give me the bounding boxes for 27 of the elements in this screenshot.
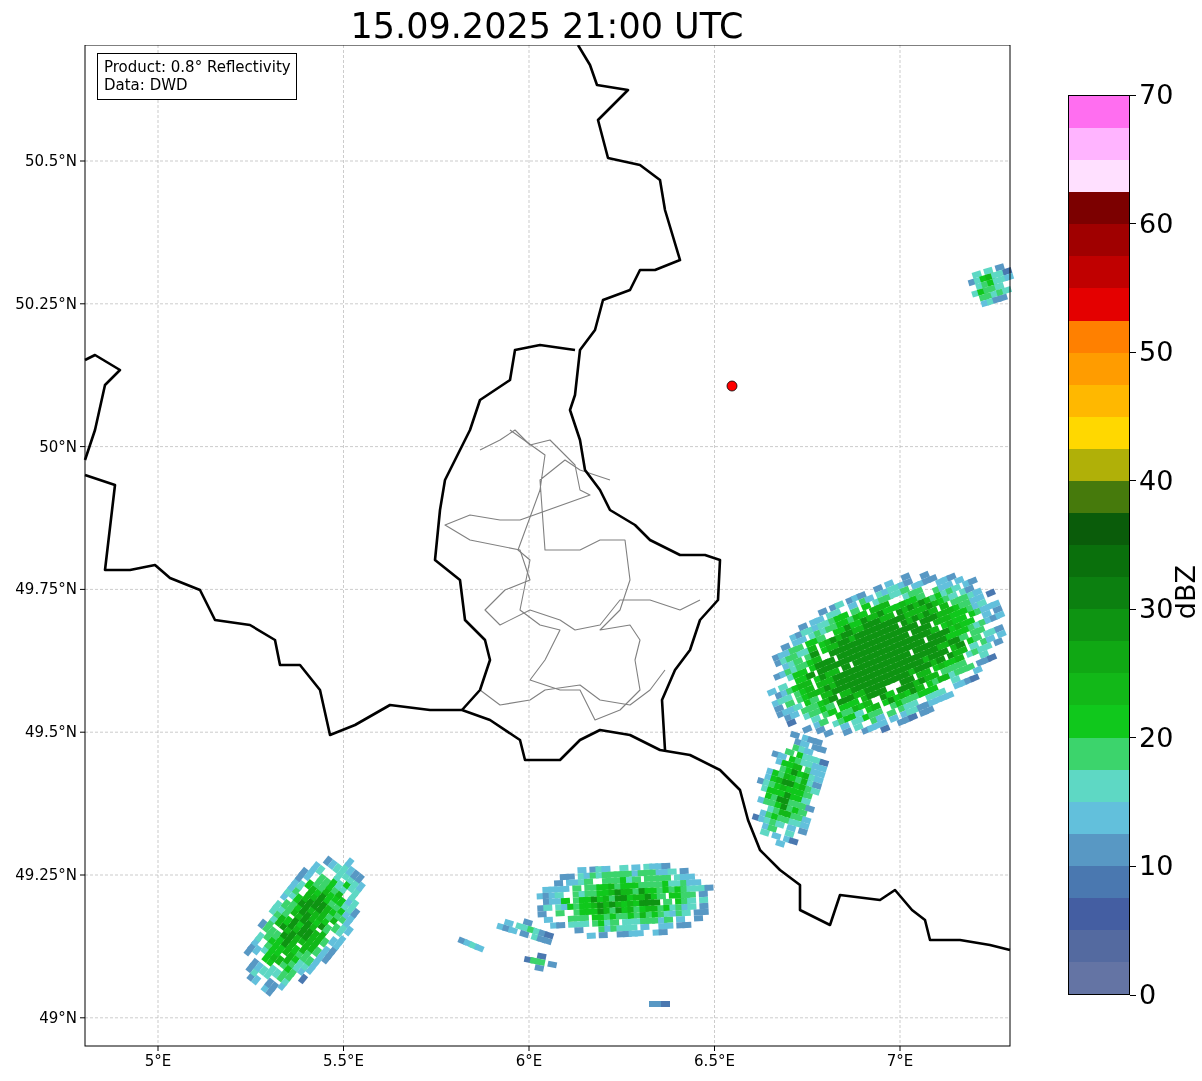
location-marker: [726, 380, 738, 392]
colorbar-tick-label: 40: [1139, 464, 1174, 497]
axis-tick-label: 5.5°E: [323, 1052, 364, 1070]
axis-tick-label: 50.25°N: [15, 294, 77, 313]
axis-tick-label: 49°N: [39, 1008, 77, 1027]
axis-tick-label: 50°N: [39, 437, 77, 456]
axis-tick-label: 49.25°N: [15, 866, 77, 884]
radar-echo-drawing: [457, 936, 485, 953]
colorbar-tick-label: 0: [1139, 979, 1157, 1011]
colorbar-tick-label: 20: [1139, 721, 1174, 754]
colorbar-tick-label: 10: [1139, 850, 1174, 883]
colorbar-tick-label: 30: [1139, 593, 1174, 626]
colorbar-tick-label: 60: [1139, 207, 1174, 240]
axis-tick-label: 7°E: [886, 1052, 914, 1070]
chart-title: 15.09.2025 21:00 UTC: [349, 5, 745, 45]
radar-echo-drawing: [523, 952, 558, 972]
radar-echo-drawing: [967, 263, 1015, 308]
info-box: Product: 0.8° Reflectivity Data: DWD: [97, 53, 297, 100]
axis-tick-label: 49.75°N: [15, 580, 77, 599]
axis-tick-label: 5°E: [144, 1052, 172, 1070]
axis-tick-label: 49.5°N: [24, 723, 77, 742]
axis-tick-label: 6.5°E: [694, 1052, 735, 1070]
radar-echo-drawing: [649, 1001, 670, 1007]
colorbar-tick-label: 70: [1139, 79, 1174, 111]
colorbar-tick-label: 50: [1139, 336, 1174, 369]
axis-tick-label: 6°E: [515, 1052, 543, 1070]
axis-tick-label: 50.5°N: [24, 152, 77, 170]
